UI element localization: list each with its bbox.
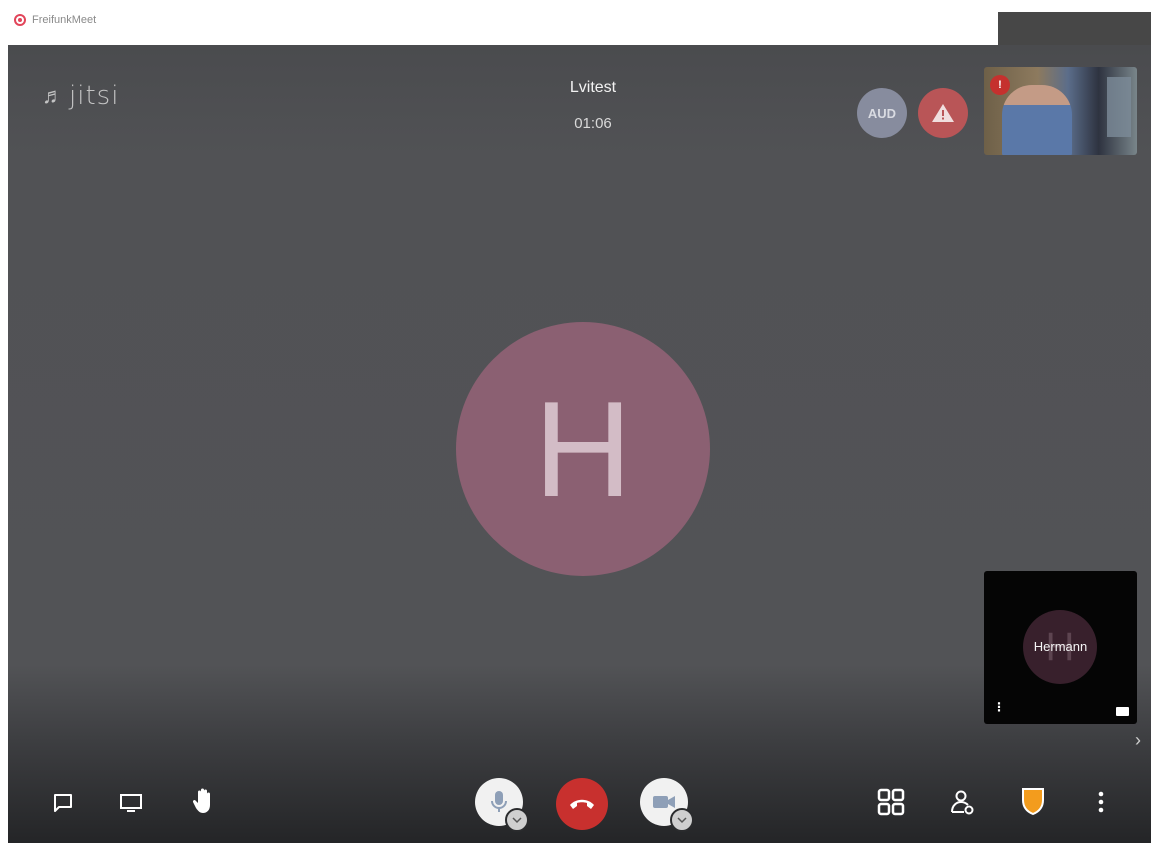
meeting-timer: 01:06: [574, 115, 612, 132]
mic-options-chevron-icon[interactable]: [505, 808, 529, 832]
chat-icon: [54, 794, 72, 812]
jitsi-guitar-icon: ♬: [42, 84, 65, 109]
camera-options-chevron-icon[interactable]: [670, 808, 694, 832]
tab-strip: [998, 12, 1151, 45]
remote-video-thumbnail[interactable]: !: [984, 67, 1137, 155]
local-participant-name: Hermann: [1033, 639, 1088, 654]
invite-button[interactable]: [946, 785, 980, 819]
camera-icon: [653, 796, 675, 808]
thumbnail-menu-icon[interactable]: ⋮: [993, 700, 1005, 714]
conference-stage: ♬ jitsi Lvitest 01:06 AUD ! H H Hermann …: [8, 45, 1151, 843]
raise-hand-icon: [192, 788, 210, 813]
toolbar: [8, 765, 1151, 843]
background-shelf: [1107, 77, 1131, 137]
main-participant-avatar: H: [456, 322, 710, 576]
logo-text: jitsi: [69, 81, 120, 111]
audio-only-badge[interactable]: AUD: [857, 88, 907, 138]
video-muted-icon: [1116, 707, 1129, 716]
muted-indicator-icon: !: [990, 75, 1010, 95]
chat-button[interactable]: [48, 788, 78, 818]
filmstrip-toggle-icon[interactable]: ›: [1135, 730, 1141, 751]
freifunk-logo-icon: [14, 14, 26, 26]
avatar-initial: H: [533, 373, 633, 525]
local-video-thumbnail[interactable]: H Hermann ⋮: [984, 571, 1137, 724]
tile-view-icon: [877, 788, 905, 816]
browser-topbar: FreifunkMeet: [0, 0, 1151, 45]
camera-button[interactable]: [640, 778, 694, 832]
microphone-button[interactable]: [475, 778, 529, 832]
security-shield-icon: [1022, 788, 1044, 816]
brand-tab[interactable]: FreifunkMeet: [14, 14, 96, 26]
jitsi-logo[interactable]: ♬ jitsi: [42, 81, 119, 111]
raise-hand-button[interactable]: [188, 785, 220, 817]
connection-warning-icon[interactable]: [918, 88, 968, 138]
meeting-title: Lvitest: [569, 79, 617, 96]
tile-view-button[interactable]: [874, 785, 908, 819]
hangup-icon: [570, 799, 594, 809]
remote-participant-video: [1002, 85, 1072, 155]
microphone-icon: [491, 791, 507, 812]
screenshare-icon: [120, 794, 142, 812]
more-options-button[interactable]: [1090, 785, 1112, 819]
screenshare-button[interactable]: [116, 788, 146, 818]
window-title: FreifunkMeet: [32, 14, 97, 26]
security-button[interactable]: [1016, 783, 1050, 819]
hangup-button[interactable]: [556, 778, 608, 830]
more-icon: [1098, 791, 1104, 813]
invite-icon: [951, 790, 974, 815]
